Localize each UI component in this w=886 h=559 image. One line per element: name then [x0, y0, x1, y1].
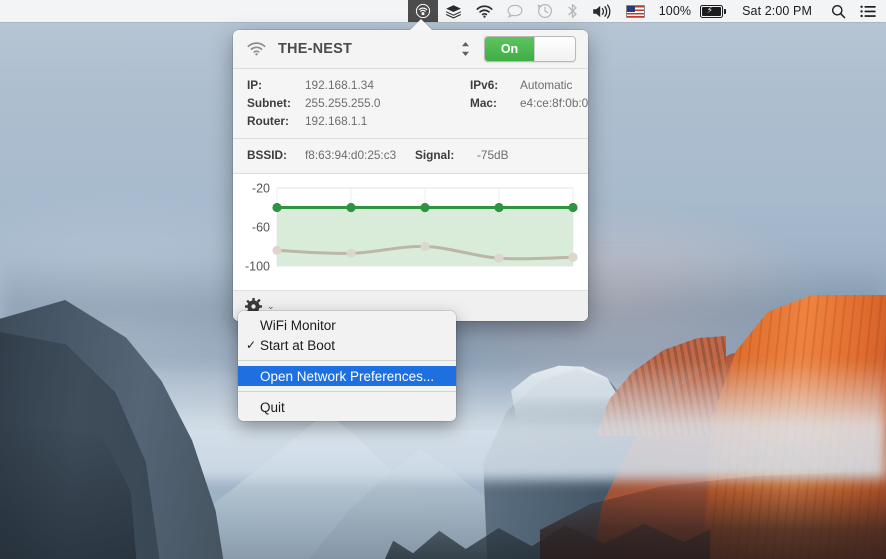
- timemachine-icon[interactable]: [530, 0, 560, 22]
- notification-center-icon[interactable]: [853, 0, 886, 22]
- menu-item-start-at-boot[interactable]: ✓ Start at Boot: [238, 335, 456, 355]
- wifi-power-toggle[interactable]: On: [484, 36, 576, 62]
- toggle-knob: [534, 37, 575, 61]
- menu-item-label: Open Network Preferences...: [260, 368, 435, 384]
- speech-bubble-icon: [507, 4, 523, 18]
- data-point-signal: [494, 253, 504, 263]
- stack-glyph-icon: [445, 4, 461, 18]
- data-point-noise: [346, 202, 356, 213]
- signal-info-block: BSSID: f8:63:94:d0:25:c3 Signal: -75dB: [233, 139, 588, 173]
- list-icon: [860, 5, 876, 17]
- chevron-down-icon: ⌄: [267, 300, 275, 311]
- speaker-icon: [592, 3, 611, 19]
- menu-item-open-network-preferences[interactable]: Open Network Preferences...: [238, 366, 456, 386]
- stepper-updown-icon: [462, 42, 469, 56]
- network-info-block: IP: 192.168.1.34 IPv6: Automatic Subnet:…: [233, 69, 588, 138]
- data-point-signal: [346, 248, 356, 258]
- bssid-label: BSSID:: [247, 148, 287, 162]
- search-icon: [832, 4, 846, 18]
- info-row: Subnet: 255.255.255.0 Mac: e4:ce:8f:0b:0…: [233, 94, 588, 112]
- wifi-glyph-icon: [476, 4, 493, 18]
- popover-arrow: [410, 19, 432, 30]
- data-point-noise: [568, 202, 578, 213]
- ipv6-value: Automatic: [520, 78, 573, 92]
- data-point-noise: [272, 202, 282, 213]
- menu-item-wifi-monitor[interactable]: WiFi Monitor: [238, 315, 456, 335]
- menu-separator: [238, 360, 456, 361]
- wifi-icon: [247, 42, 266, 56]
- subnet-value: 255.255.255.0: [305, 96, 381, 110]
- stack-icon[interactable]: [438, 0, 469, 22]
- battery-percent-label: 100%: [658, 4, 692, 18]
- data-point-noise: [420, 202, 430, 213]
- clock-label: Sat 2:00 PM: [742, 4, 812, 18]
- data-point-signal: [568, 252, 578, 262]
- wifi-circle-icon: [415, 4, 430, 18]
- wifi-icon[interactable]: [469, 0, 500, 22]
- menu-item-label: Start at Boot: [260, 337, 336, 353]
- menu-bar: 100% ⚡ Sat 2:00 PM: [0, 0, 886, 22]
- popover-header: THE-NEST On: [233, 30, 588, 68]
- y-tick-label: -60: [252, 221, 270, 235]
- settings-dropdown-menu: WiFi Monitor ✓ Start at Boot Open Network P…: [238, 311, 456, 421]
- data-point-signal: [420, 241, 430, 252]
- bssid-value: f8:63:94:d0:25:c3: [305, 148, 397, 162]
- clock-back-icon: [537, 3, 552, 19]
- battery-status[interactable]: 100%: [652, 0, 698, 22]
- toggle-on-label: On: [485, 37, 534, 61]
- mac-value: e4:ce:8f:0b:08:cc: [520, 96, 588, 110]
- signal-label: Signal:: [415, 148, 455, 162]
- signal-chart: -20 -60 -100: [233, 174, 588, 290]
- mac-label: Mac:: [470, 96, 497, 110]
- info-row: IP: 192.168.1.34 IPv6: Automatic: [233, 76, 588, 94]
- check-icon: ✓: [246, 338, 257, 352]
- signal-value: -75dB: [477, 148, 509, 162]
- wifi-monitor-popover: THE-NEST On IP: 192.168.1.34 IPv6: Autom…: [233, 19, 588, 321]
- router-label: Router:: [247, 114, 289, 128]
- spotlight-search-icon[interactable]: [819, 0, 853, 22]
- messages-icon[interactable]: [500, 0, 530, 22]
- router-value: 192.168.1.1: [305, 114, 368, 128]
- info-row: BSSID: f8:63:94:d0:25:c3 Signal: -75dB: [233, 146, 588, 164]
- data-point-noise: [494, 202, 504, 213]
- info-row: Router: 192.168.1.1: [233, 112, 588, 130]
- input-flag-icon[interactable]: [619, 0, 652, 22]
- battery-charging-icon[interactable]: ⚡: [698, 0, 730, 22]
- subnet-label: Subnet:: [247, 96, 291, 110]
- bluetooth-icon[interactable]: [560, 0, 585, 22]
- menubar-clock[interactable]: Sat 2:00 PM: [730, 0, 819, 22]
- y-tick-label: -100: [245, 260, 270, 274]
- menu-separator: [238, 391, 456, 392]
- ipv6-label: IPv6:: [470, 78, 499, 92]
- ssid-label: THE-NEST: [278, 41, 353, 57]
- ip-label: IP:: [247, 78, 263, 92]
- bluetooth-glyph-icon: [568, 3, 577, 18]
- menu-item-label: Quit: [260, 399, 285, 415]
- menu-item-label: WiFi Monitor: [260, 317, 336, 333]
- us-flag-icon: [625, 4, 645, 18]
- volume-icon[interactable]: [585, 0, 619, 22]
- y-tick-label: -20: [252, 182, 270, 196]
- ip-value: 192.168.1.34: [305, 78, 374, 92]
- menu-item-quit[interactable]: Quit: [238, 397, 456, 417]
- data-point-signal: [272, 245, 282, 255]
- battery-glyph-icon: ⚡: [700, 4, 726, 18]
- network-stepper[interactable]: [461, 41, 470, 57]
- signal-chart-svg: -20 -60 -100: [245, 182, 578, 274]
